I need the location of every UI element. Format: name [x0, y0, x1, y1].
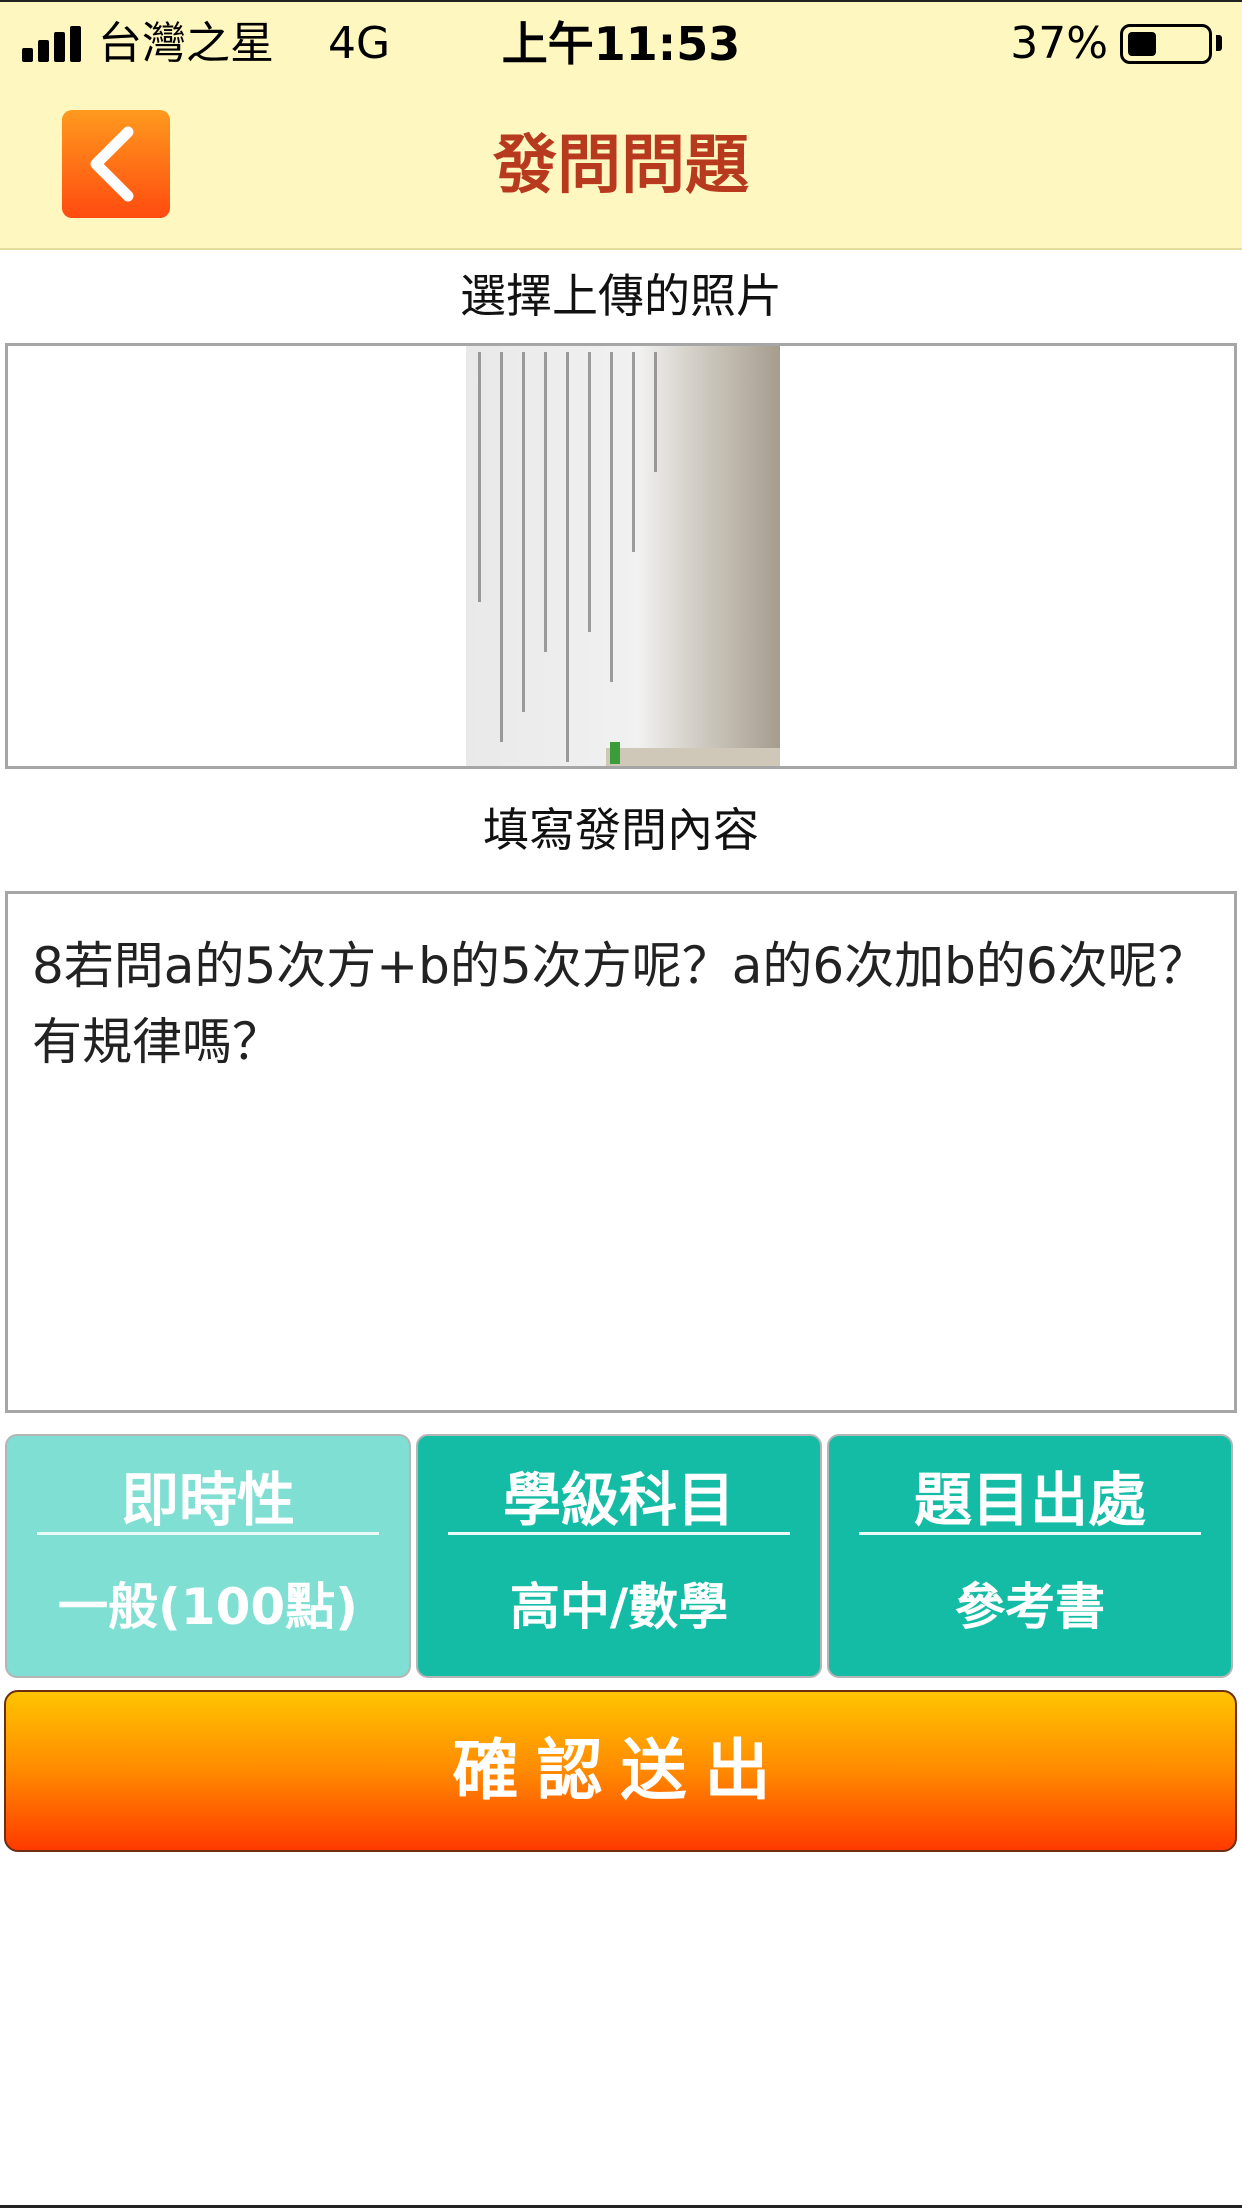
divider	[37, 1532, 379, 1535]
photo-section-label: 選擇上傳的照片	[460, 269, 782, 323]
content-section-label: 填寫發問內容	[483, 803, 759, 857]
question-source-option-button[interactable]: 題目出處 參考書	[827, 1434, 1233, 1678]
question-textarea[interactable]: 8若問a的5次方+b的5次方呢？a的6次加b的6次呢？有規律嗎？	[5, 891, 1237, 1413]
divider	[859, 1532, 1201, 1535]
urgency-option-button[interactable]: 即時性 一般(100點)	[5, 1434, 411, 1678]
question-source-option-title: 題目出處	[913, 1466, 1146, 1534]
grade-subject-option-title: 學級科目	[502, 1466, 735, 1534]
urgency-option-title: 即時性	[120, 1466, 295, 1534]
divider	[448, 1532, 790, 1535]
grade-subject-option-button[interactable]: 學級科目 高中/數學	[416, 1434, 822, 1678]
battery-level-fill	[1128, 32, 1156, 56]
status-bar: 台灣之星 4G 上午11:53 37%	[0, 0, 1242, 84]
question-source-option-value: 參考書	[955, 1578, 1105, 1636]
urgency-option-value: 一般(100點)	[57, 1578, 359, 1636]
photo-picker[interactable]	[5, 343, 1237, 769]
battery-percent: 37%	[1010, 18, 1108, 69]
battery-icon	[1120, 24, 1212, 64]
page-header: 發問問題	[0, 84, 1242, 250]
uploaded-photo-thumbnail	[466, 346, 780, 766]
grade-subject-option-value: 高中/數學	[509, 1578, 729, 1636]
submit-button[interactable]: 確認送出	[4, 1690, 1237, 1852]
battery-cap	[1216, 35, 1222, 51]
page-title: 發問問題	[493, 129, 749, 203]
